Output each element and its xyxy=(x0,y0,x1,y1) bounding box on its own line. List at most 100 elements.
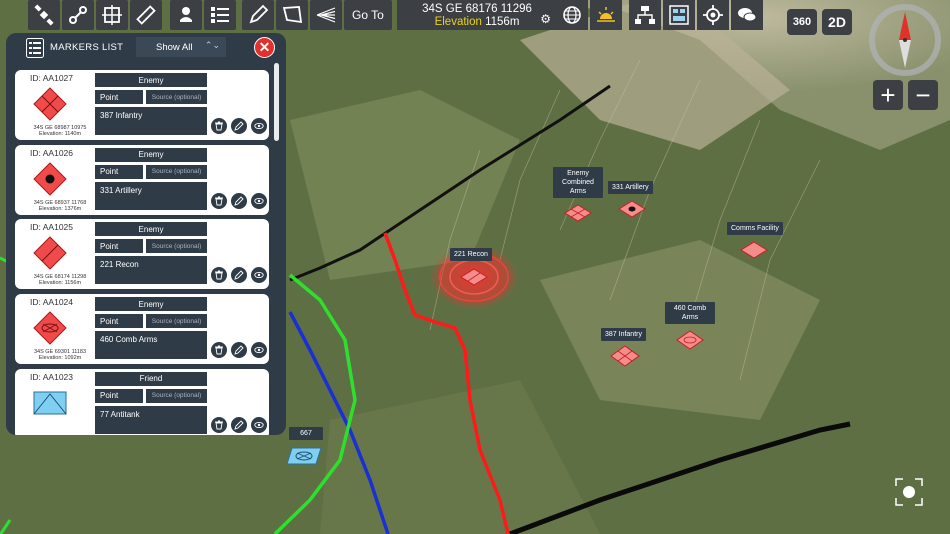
marker-symbol-icon xyxy=(33,391,67,415)
source-input[interactable]: Source (optional) xyxy=(146,164,207,179)
visibility-button[interactable] xyxy=(251,416,267,433)
marker-name-input[interactable]: 221 Recon xyxy=(95,256,207,285)
sun-button[interactable] xyxy=(590,0,622,30)
marker-card[interactable]: ID: AA1023 Friend Point Source (optional… xyxy=(15,368,269,435)
recenter-button[interactable] xyxy=(894,477,924,507)
gps-target-icon xyxy=(703,5,723,25)
zoom-out-button[interactable]: − xyxy=(908,80,938,110)
network-icon xyxy=(635,6,655,24)
visibility-button[interactable] xyxy=(251,118,267,134)
chat-button[interactable] xyxy=(731,0,763,30)
marker-card[interactable]: ID: AA1024 34S GE 69301 11183 Elevation: … xyxy=(15,294,269,365)
delete-button[interactable] xyxy=(211,267,227,284)
network-button[interactable] xyxy=(629,0,661,30)
delete-button[interactable] xyxy=(211,118,227,134)
route-button[interactable] xyxy=(62,0,94,30)
polygon-icon xyxy=(282,6,303,24)
edit-button[interactable] xyxy=(231,342,247,359)
affiliation-select[interactable]: Enemy xyxy=(95,222,207,237)
type-select[interactable]: Point xyxy=(95,90,143,104)
compass[interactable] xyxy=(866,4,944,76)
affiliation-select[interactable]: Enemy xyxy=(95,147,207,162)
marker-card[interactable]: ID: AA1026 34S GE 68937 11768 Elevation: … xyxy=(15,144,269,215)
comms-facility-marker[interactable] xyxy=(740,241,768,259)
source-input[interactable]: Source (optional) xyxy=(146,388,207,403)
crosshair-square-icon xyxy=(102,5,122,25)
elevation-value: 1156m xyxy=(485,16,520,28)
source-input[interactable]: Source (optional) xyxy=(146,314,207,329)
satellite-button[interactable] xyxy=(28,0,60,30)
edit-button[interactable] xyxy=(231,118,247,134)
dashboard-button[interactable] xyxy=(663,0,695,30)
zoom-out-label: − xyxy=(915,79,931,110)
marker-name-input[interactable]: 387 Infantry xyxy=(95,107,207,135)
eye-icon xyxy=(254,122,264,130)
visibility-button[interactable] xyxy=(251,192,267,209)
viewshed-button[interactable] xyxy=(310,0,342,30)
markers-list-icon xyxy=(26,38,44,58)
marker-id: ID: AA1027 xyxy=(30,73,74,83)
friendly-667-marker[interactable] xyxy=(286,447,322,465)
panel-header: MARKERS LIST Show All ⌃⌄ ✕ xyxy=(6,33,286,63)
view-2d-button[interactable]: 2D xyxy=(822,9,852,35)
affiliation-select[interactable]: Friend xyxy=(95,371,207,386)
edit-button[interactable] xyxy=(231,416,247,433)
delete-button[interactable] xyxy=(211,192,227,209)
measure-button[interactable] xyxy=(130,0,162,30)
marker-id: ID: AA1025 xyxy=(30,222,74,233)
type-select[interactable]: Point xyxy=(95,314,143,329)
marker-elevation: Elevation: 1376m xyxy=(38,205,82,212)
edit-button[interactable] xyxy=(231,192,247,209)
gear-icon[interactable]: ⚙ xyxy=(540,12,551,26)
panel-scrollbar[interactable] xyxy=(274,63,279,141)
marker-card[interactable]: ID: AA1025 34S GE 68174 11298 Elevation: … xyxy=(15,219,269,290)
polygon-button[interactable] xyxy=(276,0,308,30)
delete-button[interactable] xyxy=(211,416,227,433)
marker-card[interactable]: ID: AA1027 34S GE 68987 10975 Elevation: … xyxy=(15,70,269,140)
filter-dropdown[interactable]: Show All ⌃⌄ xyxy=(136,37,226,57)
marker-name-input[interactable]: 77 Antitank xyxy=(95,405,207,434)
marker-symbol-icon xyxy=(33,161,67,196)
affiliation-select[interactable]: Enemy xyxy=(95,73,207,87)
delete-button[interactable] xyxy=(211,342,227,359)
draw-button[interactable] xyxy=(242,0,274,30)
source-input[interactable]: Source (optional) xyxy=(146,90,207,104)
gps-button[interactable] xyxy=(697,0,729,30)
label-667: 667 xyxy=(289,427,323,440)
goto-button[interactable]: Go To xyxy=(344,0,392,30)
label-331-artillery: 331 Artillery xyxy=(608,181,653,194)
marker-symbol-icon xyxy=(33,87,67,121)
source-input[interactable]: Source (optional) xyxy=(146,239,207,254)
type-select[interactable]: Point xyxy=(95,388,143,403)
eye-icon xyxy=(254,421,264,428)
label-comms-facility: Comms Facility xyxy=(727,222,783,235)
pencil-icon xyxy=(249,4,269,24)
enemy-combined-arms-marker[interactable] xyxy=(564,204,592,222)
affiliation-select[interactable]: Enemy xyxy=(95,297,207,312)
zoom-in-button[interactable]: + xyxy=(873,80,903,110)
globe-button[interactable] xyxy=(556,0,588,30)
eye-icon xyxy=(254,347,264,354)
place-marker-button[interactable] xyxy=(170,0,202,30)
pencil-icon xyxy=(234,196,244,206)
comb-arms-marker[interactable] xyxy=(676,330,704,350)
label-221-recon: 221 Recon xyxy=(450,248,492,261)
close-panel-button[interactable]: ✕ xyxy=(254,37,275,58)
panel-title: MARKERS LIST xyxy=(50,42,124,53)
grid-coordinates: 34S GE 68176 11296 xyxy=(422,3,532,15)
marker-name-input[interactable]: 460 Comb Arms xyxy=(95,331,207,360)
type-select[interactable]: Point xyxy=(95,239,143,254)
marker-name-input[interactable]: 331 Artillery xyxy=(95,181,207,210)
visibility-button[interactable] xyxy=(251,342,267,359)
markers-panel: MARKERS LIST Show All ⌃⌄ ✕ ID: AA1027 34S… xyxy=(6,33,286,435)
recon-marker[interactable] xyxy=(460,268,488,286)
markers-list-button[interactable] xyxy=(204,0,236,30)
view-360-button[interactable]: 360 xyxy=(787,9,817,35)
infantry-marker[interactable] xyxy=(610,345,640,367)
type-select[interactable]: Point xyxy=(95,164,143,179)
edit-button[interactable] xyxy=(231,267,247,284)
artillery-marker[interactable] xyxy=(618,200,646,218)
view-360-label: 360 xyxy=(792,16,812,28)
area-select-button[interactable] xyxy=(96,0,128,30)
visibility-button[interactable] xyxy=(251,267,267,284)
